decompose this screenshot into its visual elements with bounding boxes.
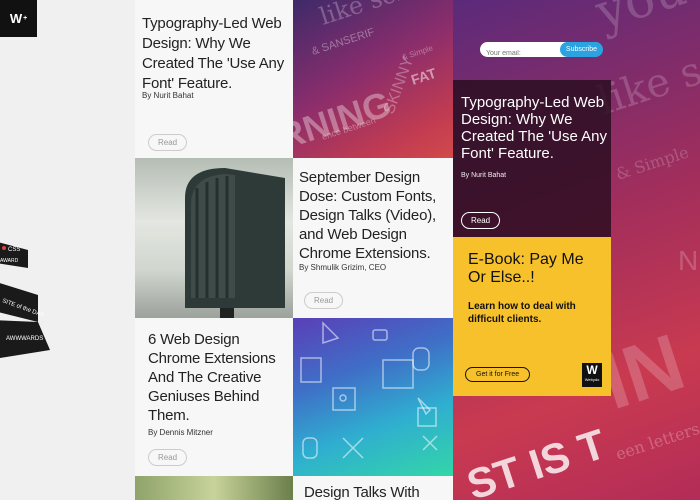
article-title[interactable]: September Design Dose: Custom Fonts, Des…	[299, 168, 451, 263]
award-label: AWARD	[0, 258, 19, 264]
expand-icon-2	[417, 407, 437, 427]
article-title[interactable]: Typography-Led Web Design: Why We Create…	[142, 14, 292, 94]
read-button[interactable]: Read	[148, 449, 188, 466]
webydo-logo-letter: W	[586, 363, 598, 377]
bg-word: you	[588, 0, 693, 42]
read-button[interactable]: Read	[148, 134, 188, 151]
article-title[interactable]: Design Talks With	[304, 483, 454, 500]
site-logo[interactable]: W +	[0, 0, 37, 37]
poster-text: & Simple	[401, 43, 435, 62]
featured-article-card[interactable]: Typography-Led Web Design: Why We Create…	[453, 80, 611, 237]
trees-photo[interactable]	[135, 476, 293, 500]
article-card-1[interactable]: Typography-Led Web Design: Why We Create…	[135, 0, 293, 158]
mouse-icon-2	[302, 437, 318, 459]
cursor-icon	[417, 397, 432, 416]
article-byline: By Nurit Bahat	[142, 91, 194, 100]
poster-text: & SANSERIF	[310, 26, 376, 58]
featured-title[interactable]: Typography-Led Web Design: Why We Create…	[461, 94, 609, 162]
article-card-3[interactable]: 6 Web Design Chrome Extensions And The C…	[135, 318, 293, 476]
frame-icon	[382, 359, 414, 389]
ebook-title: E-Book: Pay Me Or Else..!	[468, 251, 584, 286]
logo-letter: W	[9, 11, 23, 26]
email-input[interactable]	[480, 47, 560, 60]
mouse-icon	[412, 347, 430, 371]
webydo-logo: W Webydo	[582, 363, 602, 387]
featured-byline: By Nurit Bahat	[461, 172, 507, 179]
featured-read-button[interactable]: Read	[461, 212, 501, 229]
cross-icon	[342, 437, 364, 459]
bg-word: ST IS T	[461, 420, 611, 500]
article-card-2[interactable]: September Design Dose: Custom Fonts, Des…	[293, 158, 453, 318]
typography-poster-image[interactable]: like serif & SANSERIF RNING FAT SKINNY e…	[293, 0, 453, 158]
cross-icon-2	[422, 435, 438, 451]
poster-text: RNING	[293, 83, 396, 158]
layout-icon	[300, 357, 322, 383]
subscribe-button[interactable]: Subscribe	[560, 42, 603, 57]
get-it-free-button[interactable]: Get it for Free	[465, 367, 531, 382]
expand-icon	[332, 387, 356, 411]
article-byline: By Shmulik Grizim, CEO	[299, 263, 387, 272]
awwwards-ribbon[interactable]: CSS AWARD SITE of the DAY AWWWARDS	[0, 240, 50, 370]
webydo-logo-text: Webydo	[584, 377, 600, 382]
bg-word: N	[678, 245, 698, 276]
mailbox-photo[interactable]	[135, 158, 293, 318]
ebook-description: Learn how to deal with difficult clients…	[468, 301, 576, 325]
logo-sup: +	[23, 15, 28, 22]
awwwards-label: AWWWARDS	[6, 336, 43, 342]
css-label: CSS	[8, 247, 20, 253]
article-byline: By Dennis Mitzner	[148, 428, 213, 437]
poster-text: SKINNY	[381, 54, 417, 116]
article-card-4[interactable]: Design Talks With	[293, 476, 453, 500]
monitor-icon	[372, 329, 388, 341]
bg-word: & Simple	[613, 142, 691, 183]
dot-icon	[339, 394, 347, 402]
pen-icon	[322, 321, 340, 345]
read-button[interactable]: Read	[304, 292, 344, 309]
icon-pattern-image[interactable]	[293, 318, 453, 476]
article-title[interactable]: 6 Web Design Chrome Extensions And The C…	[148, 330, 290, 425]
